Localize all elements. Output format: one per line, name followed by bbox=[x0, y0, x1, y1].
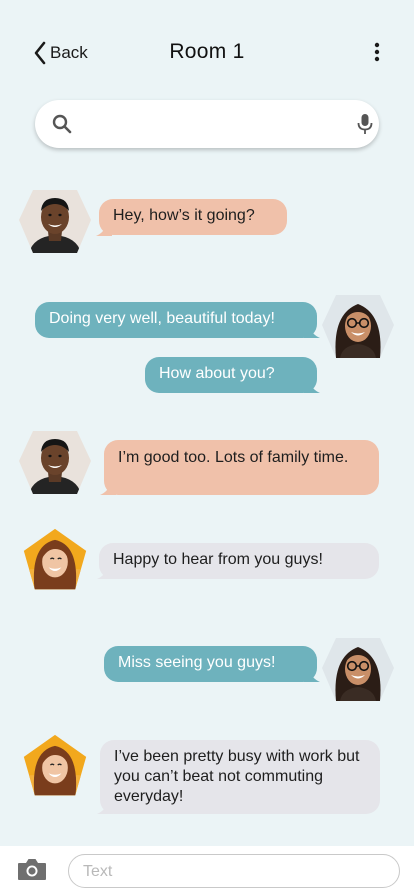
bubble-tail bbox=[304, 670, 320, 682]
message-input-wrapper bbox=[68, 854, 400, 888]
bubble-tail bbox=[304, 326, 320, 338]
page-title: Room 1 bbox=[169, 40, 245, 63]
message-bubble: Happy to hear from you guys! bbox=[99, 543, 379, 579]
more-vertical-icon[interactable] bbox=[368, 42, 386, 64]
message-text: Happy to hear from you guys! bbox=[113, 551, 323, 568]
message-bubble: I’m good too. Lots of family time. bbox=[104, 440, 379, 495]
avatar-woman-glasses[interactable] bbox=[322, 292, 394, 358]
avatar-man-image bbox=[19, 431, 91, 494]
avatar-man[interactable] bbox=[19, 428, 91, 494]
message-bubble: How about you? bbox=[145, 357, 317, 393]
message-text: Hey, how’s it going? bbox=[113, 207, 255, 224]
avatar-woman-yellow[interactable] bbox=[19, 733, 91, 799]
message-text: I’m good too. Lots of family time. bbox=[118, 449, 349, 466]
header: Back Room 1 bbox=[0, 0, 414, 96]
avatar-woman-yellow-image bbox=[23, 734, 87, 796]
composer-bar bbox=[0, 846, 414, 896]
message-input[interactable] bbox=[83, 861, 383, 883]
message-text: How about you? bbox=[159, 365, 275, 382]
message-bubble: Miss seeing you guys! bbox=[104, 646, 317, 682]
avatar-woman-glasses-image bbox=[322, 295, 394, 358]
search-input[interactable] bbox=[87, 110, 357, 138]
avatar-man-image bbox=[19, 190, 91, 253]
message-bubble: Doing very well, beautiful today! bbox=[35, 302, 317, 338]
avatar-woman-glasses[interactable] bbox=[322, 635, 394, 701]
message-text: I’ve been pretty busy with work but you … bbox=[114, 748, 360, 805]
search-icon[interactable] bbox=[51, 113, 73, 135]
message-text: Doing very well, beautiful today! bbox=[49, 310, 275, 327]
camera-icon[interactable] bbox=[16, 856, 48, 882]
avatar-man[interactable] bbox=[19, 187, 91, 253]
microphone-icon[interactable] bbox=[355, 113, 375, 135]
avatar-woman-yellow[interactable] bbox=[19, 527, 91, 593]
bubble-tail bbox=[304, 381, 320, 393]
message-text: Miss seeing you guys! bbox=[118, 654, 276, 671]
message-bubble: Hey, how’s it going? bbox=[99, 199, 287, 235]
avatar-woman-yellow-image bbox=[23, 528, 87, 590]
avatar-woman-glasses-image bbox=[322, 638, 394, 701]
message-bubble: I’ve been pretty busy with work but you … bbox=[100, 740, 380, 814]
search-bar bbox=[35, 100, 379, 148]
